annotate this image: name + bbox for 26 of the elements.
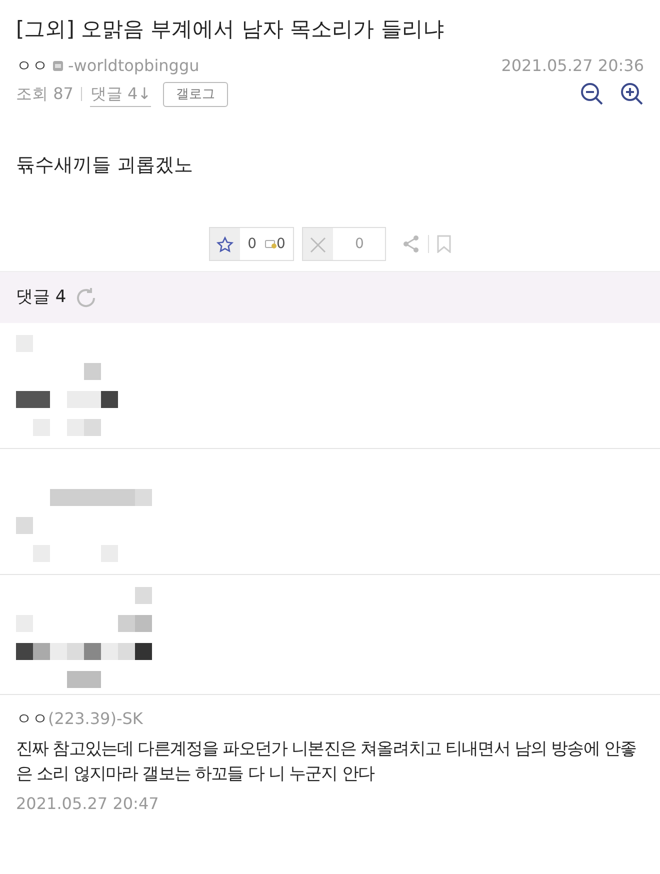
star-icon xyxy=(216,236,234,254)
bookmark-icon[interactable] xyxy=(437,235,452,253)
post-body: 듂수새끼들 괴롭겠노 xyxy=(15,153,194,178)
recommend-count: 0 xyxy=(246,234,258,254)
commenter-ip: (223.39)-SK xyxy=(48,709,143,728)
comment-link[interactable]: 댓글 4↓ xyxy=(90,82,152,107)
post-date: 2021.05.27 20:36 xyxy=(501,54,644,76)
downvote-count: 0 xyxy=(354,234,365,254)
author-name: ㅇㅇ xyxy=(16,54,48,76)
comment-count: 댓글 4 xyxy=(16,286,66,309)
fix-count: 0 xyxy=(276,234,286,254)
view-count: 조회 87 xyxy=(16,83,74,106)
zoom-out-icon[interactable] xyxy=(580,82,604,106)
comment-text: 진짜 참고있는데 다른계정을 파오던가 니본진은 쳐올려치고 티내면서 남의 방송에 안좋은 소리 얺지마라 갤보는 하꼬들 다 니 누군지 안다 xyxy=(16,738,638,786)
commenter-name: ㅇㅇ xyxy=(16,709,48,728)
author-id: -worldtopbinggu xyxy=(68,54,200,76)
zoom-in-icon[interactable] xyxy=(620,82,644,106)
downvote-button[interactable] xyxy=(303,228,334,260)
member-icon xyxy=(52,60,64,72)
comment-date: 2021.05.27 20:47 xyxy=(16,793,160,816)
fix-icon xyxy=(264,239,276,249)
post-title: [그외] 오맑음 부계에서 남자 목소리가 들리냐 xyxy=(15,16,445,43)
recommend-button[interactable] xyxy=(210,228,240,260)
close-icon xyxy=(310,236,326,253)
gallog-button[interactable]: 갤로그 xyxy=(163,82,228,107)
share-icon[interactable] xyxy=(402,235,420,253)
